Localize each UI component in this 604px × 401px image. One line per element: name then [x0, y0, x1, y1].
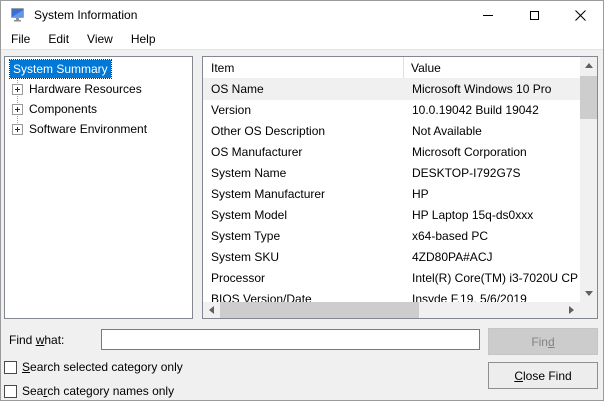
- close-button[interactable]: [557, 1, 603, 29]
- find-input[interactable]: [101, 329, 480, 350]
- find-what-label: Find what:: [9, 333, 65, 347]
- menu-edit[interactable]: Edit: [39, 29, 78, 50]
- scroll-up-button[interactable]: [580, 57, 597, 74]
- expand-plus-icon[interactable]: [12, 84, 23, 95]
- scroll-right-button[interactable]: [563, 302, 580, 318]
- table-row[interactable]: Processor Intel(R) Core(TM) i3-7020U CP: [203, 268, 580, 289]
- table-row[interactable]: Other OS Description Not Available: [203, 121, 580, 142]
- list-header: Item Value: [203, 57, 580, 79]
- table-row[interactable]: System Model HP Laptop 15q-ds0xxx: [203, 205, 580, 226]
- system-information-window: System Information File Edit View Help S…: [0, 0, 604, 401]
- title-bar: System Information: [1, 1, 603, 29]
- vertical-scrollbar[interactable]: [580, 57, 597, 302]
- tree-item-hardware-resources[interactable]: Hardware Resources: [5, 80, 192, 98]
- tree-item-software-environment[interactable]: Software Environment: [5, 120, 192, 138]
- window-controls: [465, 1, 603, 29]
- arrow-up-icon: [584, 63, 593, 68]
- table-row[interactable]: Version 10.0.19042 Build 19042: [203, 100, 580, 121]
- category-tree: System Summary Hardware Resources Compon…: [4, 56, 193, 319]
- horizontal-scrollbar-thumb[interactable]: [220, 302, 419, 318]
- tree-item-components[interactable]: Components: [5, 100, 192, 118]
- expand-plus-icon[interactable]: [12, 124, 23, 135]
- find-button[interactable]: Find: [488, 328, 598, 355]
- maximize-icon: [529, 10, 539, 20]
- table-row[interactable]: System Type x64-based PC: [203, 226, 580, 247]
- checkbox-icon[interactable]: [4, 360, 17, 374]
- horizontal-scrollbar[interactable]: [203, 302, 580, 318]
- arrow-down-icon: [584, 291, 593, 296]
- menu-view[interactable]: View: [78, 29, 122, 50]
- list-rows: OS Name Microsoft Windows 10 Pro Version 1…: [203, 79, 580, 302]
- close-find-button[interactable]: Close Find: [488, 362, 598, 389]
- window-title: System Information: [34, 8, 138, 22]
- menu-bar: File Edit View Help: [1, 29, 603, 50]
- vertical-scrollbar-thumb[interactable]: [580, 76, 597, 119]
- table-row[interactable]: System SKU 4ZD80PA#ACJ: [203, 247, 580, 268]
- arrow-right-icon: [569, 306, 574, 314]
- menu-help[interactable]: Help: [122, 29, 165, 50]
- column-header-value[interactable]: Value: [404, 57, 580, 78]
- checkbox-label: Search selected category only: [22, 360, 183, 374]
- arrow-left-icon: [209, 306, 214, 314]
- search-category-names-checkbox[interactable]: Search category names only: [4, 383, 174, 399]
- checkbox-label: Search category names only: [22, 384, 175, 398]
- table-row[interactable]: System Manufacturer HP: [203, 184, 580, 205]
- close-icon: [574, 9, 586, 21]
- menu-file[interactable]: File: [2, 29, 39, 50]
- search-selected-category-checkbox[interactable]: Search selected category only: [4, 359, 183, 375]
- scroll-left-button[interactable]: [203, 302, 220, 318]
- maximize-button[interactable]: [511, 1, 557, 29]
- details-list: Item Value OS Name Microsoft Windows 10 P…: [202, 56, 598, 319]
- scrollbar-corner: [580, 302, 597, 318]
- table-row[interactable]: OS Manufacturer Microsoft Corporation: [203, 142, 580, 163]
- table-row[interactable]: OS Name Microsoft Windows 10 Pro: [203, 79, 580, 100]
- table-row[interactable]: BIOS Version/Date Insyde F.19, 5/6/2019: [203, 289, 580, 302]
- checkbox-icon[interactable]: [4, 384, 17, 398]
- minimize-icon: [483, 14, 493, 16]
- scroll-down-button[interactable]: [580, 285, 597, 302]
- column-header-item[interactable]: Item: [203, 57, 404, 78]
- table-row[interactable]: System Name DESKTOP-I792G7S: [203, 163, 580, 184]
- system-information-app-icon: [11, 8, 24, 22]
- expand-plus-icon[interactable]: [12, 104, 23, 115]
- tree-item-system-summary[interactable]: System Summary: [5, 59, 192, 79]
- minimize-button[interactable]: [465, 1, 511, 29]
